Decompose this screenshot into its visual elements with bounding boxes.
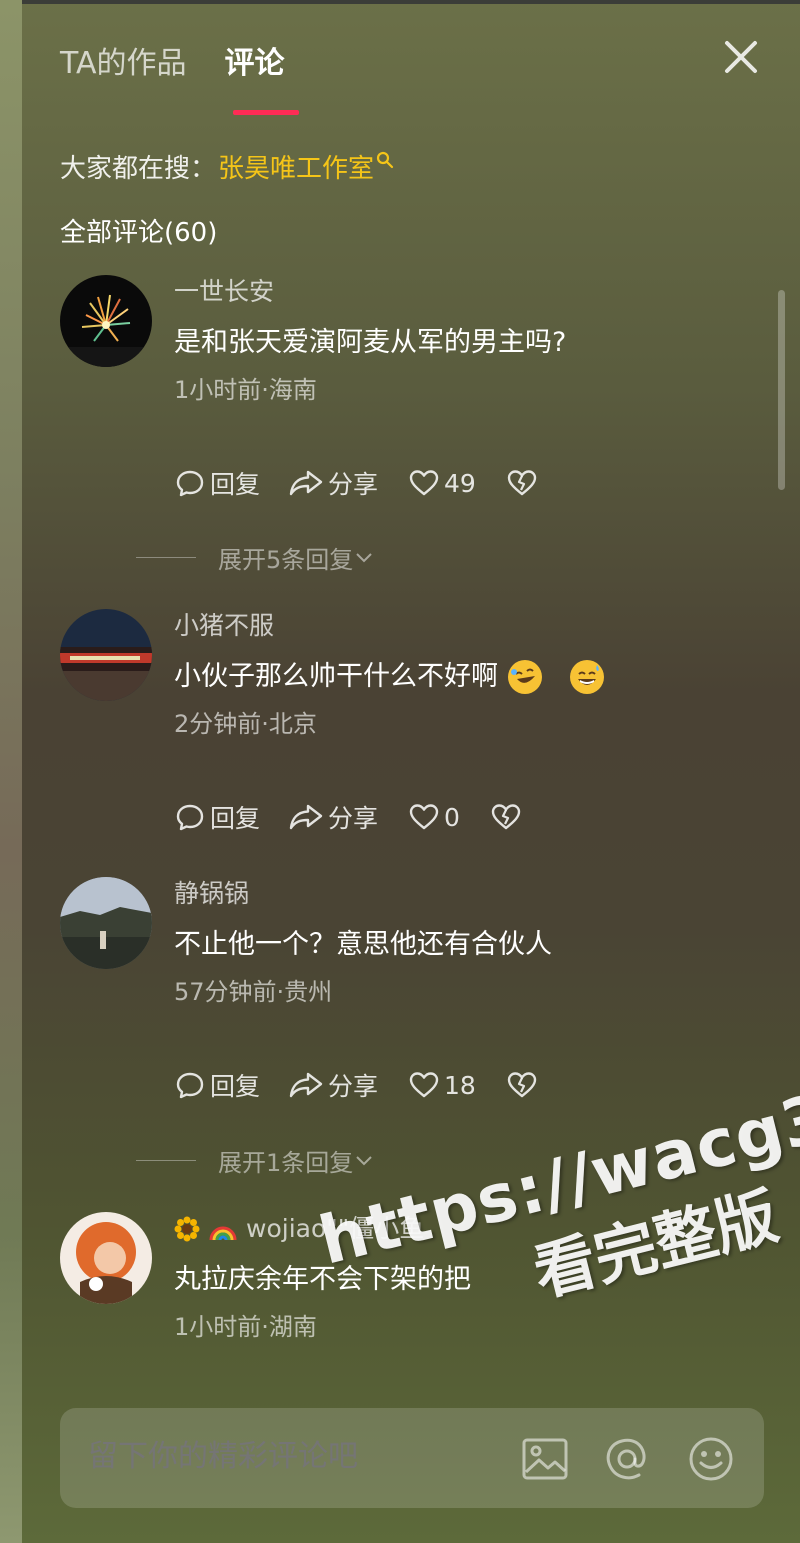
broken-heart-icon [507,1072,537,1098]
rainbow-icon [209,1226,237,1241]
like-count: 0 [444,802,460,832]
reply-icon [176,1072,204,1099]
comment-text: 小伙子那么帅干什么不好啊 [174,659,754,695]
share-label: 分享 [328,470,379,499]
reply-button[interactable]: 回复 [174,799,260,835]
heart-icon [409,804,439,830]
broken-heart-icon [491,804,521,830]
expand-divider [136,557,196,558]
share-icon [289,470,323,496]
reply-button[interactable]: 回复 [174,465,260,501]
reply-label: 回复 [210,1072,261,1101]
comment-input[interactable] [86,1438,490,1475]
tab-works[interactable]: TA的作品 [60,38,187,82]
expand-replies-button[interactable]: 展开5条回复 [136,540,375,575]
avatar[interactable] [60,877,152,969]
comment-meta: 1小时前·海南 [174,376,317,404]
comment-count: 全部评论(60) [60,218,218,248]
rofl-emoji-icon [508,660,542,694]
sunflower-icon [174,1216,200,1242]
comment-username[interactable]: 一世长安 [174,275,754,309]
reply-label: 回复 [210,470,261,499]
chevron-down-icon [356,552,372,562]
tab-bar: TA的作品 评论 [60,38,285,82]
share-button[interactable]: 分享 [288,465,378,501]
active-tab-indicator [233,110,299,115]
share-button[interactable]: 分享 [288,799,378,835]
tab-comments[interactable]: 评论 [225,38,285,82]
share-label: 分享 [328,804,379,833]
comment-actions: 回复 分享 0 [174,799,522,835]
like-count: 18 [444,1070,476,1100]
like-button[interactable]: 0 [408,801,460,833]
like-count: 49 [444,468,476,498]
mention-icon[interactable] [602,1434,652,1484]
comment-meta: 2分钟前·北京 [174,710,317,738]
comment-actions: 回复 分享 18 [174,1067,538,1103]
reply-icon [176,470,204,497]
reply-label: 回复 [210,804,261,833]
like-button[interactable]: 18 [408,1069,476,1101]
expand-divider [136,1160,196,1161]
close-icon[interactable] [722,38,760,76]
expand-label: 展开5条回复 [218,546,354,574]
avatar[interactable] [60,275,152,367]
comment-meta: 57分钟前·贵州 [174,978,333,1006]
comment-actions: 回复 分享 49 [174,465,538,501]
share-button[interactable]: 分享 [288,1067,378,1103]
background-video-strip [0,0,22,1543]
trending-search-keyword[interactable]: 张昊唯工作室 [218,148,374,185]
comment-text: 丸拉庆余年不会下架的把 [174,1262,754,1298]
dislike-button[interactable] [506,467,538,499]
share-icon [289,804,323,830]
comment-text: 不止他一个？意思他还有合伙人 [174,927,754,963]
trending-search-prefix: 大家都在搜： [60,154,217,184]
share-label: 分享 [328,1072,379,1101]
grinning-sweat-emoji-icon [570,660,604,694]
emoji-icon[interactable] [686,1434,736,1484]
dislike-button[interactable] [506,1069,538,1101]
scrollbar[interactable] [778,290,785,490]
comment-username-text: wojiao""僵小鱼 [246,1214,425,1243]
comment-meta: 1小时前·湖南 [174,1313,317,1341]
share-icon [289,1072,323,1098]
comment-text: 是和张天爱演阿麦从军的男主吗? [174,325,754,361]
comment-username[interactable]: 小猪不服 [174,609,754,643]
expand-label: 展开1条回复 [218,1149,354,1177]
comment-username[interactable]: wojiao""僵小鱼 [174,1212,754,1246]
comment-text-content: 丸拉庆余年不会下架的把 [174,1264,471,1295]
reply-icon [176,804,204,831]
comment-text-content: 是和张天爱演阿麦从军的男主吗? [174,327,567,358]
search-icon[interactable] [376,151,394,169]
dislike-button[interactable] [490,801,522,833]
avatar[interactable] [60,1212,152,1304]
expand-replies-button[interactable]: 展开1条回复 [136,1143,375,1178]
trending-search: 大家都在搜： 张昊唯工作室 [60,148,394,185]
comment-input-bar [60,1408,764,1508]
chevron-down-icon [356,1155,372,1165]
comment-username[interactable]: 静锅锅 [174,877,754,911]
comment-text-content: 不止他一个？意思他还有合伙人 [174,929,552,960]
reply-button[interactable]: 回复 [174,1067,260,1103]
heart-icon [409,470,439,496]
like-button[interactable]: 49 [408,467,476,499]
top-border [22,0,800,4]
comment-text-content: 小伙子那么帅干什么不好啊 [174,661,498,692]
image-icon[interactable] [520,1434,570,1484]
comment-panel: TA的作品 评论 大家都在搜： 张昊唯工作室 全部评论(60) 一世长安 是和张… [22,0,800,1543]
avatar[interactable] [60,609,152,701]
heart-icon [409,1072,439,1098]
broken-heart-icon [507,470,537,496]
